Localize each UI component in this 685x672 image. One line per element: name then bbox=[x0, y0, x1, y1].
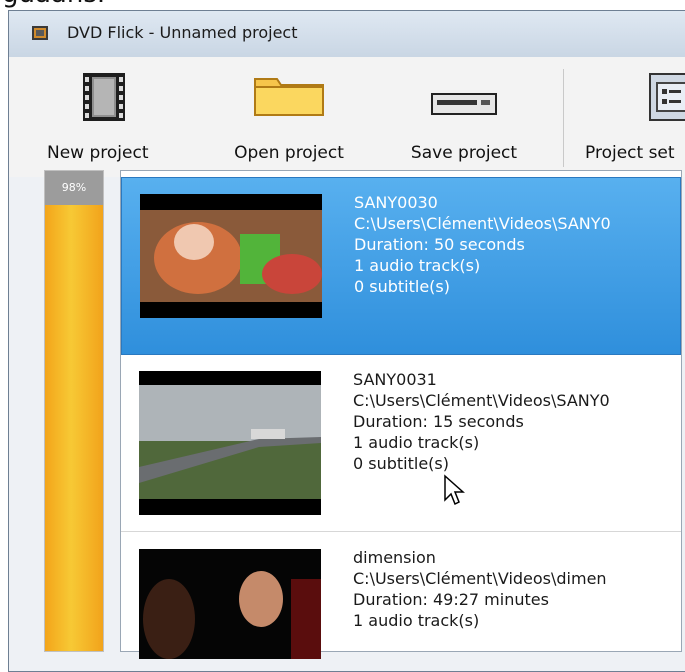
item-subtitles: 0 subtitle(s) bbox=[353, 454, 449, 473]
project-settings-button[interactable]: Project set bbox=[573, 57, 685, 177]
folder-icon bbox=[253, 73, 325, 121]
item-details: SANY0030 C:\Users\Clément\Videos\SANY0 D… bbox=[354, 192, 611, 297]
item-name: SANY0030 bbox=[354, 193, 438, 212]
toolbar: New project Open project Save project Pr… bbox=[9, 57, 685, 177]
item-path: C:\Users\Clément\Videos\SANY0 bbox=[353, 391, 610, 410]
open-project-label: Open project bbox=[234, 143, 344, 163]
video-thumbnail bbox=[140, 194, 322, 318]
disc-size-bar: 98% bbox=[44, 170, 104, 652]
save-project-button[interactable]: Save project bbox=[389, 57, 539, 177]
item-duration: Duration: 15 seconds bbox=[353, 412, 524, 431]
item-details: SANY0031 C:\Users\Clément\Videos\SANY0 D… bbox=[353, 369, 610, 474]
item-audio-tracks: 1 audio track(s) bbox=[354, 256, 481, 275]
project-settings-label: Project set bbox=[585, 143, 675, 163]
new-project-button[interactable]: New project bbox=[9, 57, 199, 177]
drive-icon bbox=[431, 93, 497, 119]
item-path: C:\Users\Clément\Videos\dimen bbox=[353, 569, 607, 588]
list-item[interactable]: dimension C:\Users\Clément\Videos\dimen … bbox=[121, 533, 681, 659]
page-caption: guaans. bbox=[0, 0, 202, 10]
item-subtitles: 0 subtitle(s) bbox=[354, 277, 450, 296]
video-thumbnail bbox=[139, 549, 321, 659]
item-duration: Duration: 49:27 minutes bbox=[353, 590, 549, 609]
title-list[interactable]: SANY0030 C:\Users\Clément\Videos\SANY0 D… bbox=[120, 170, 682, 659]
open-project-button[interactable]: Open project bbox=[209, 57, 369, 177]
item-audio-tracks: 1 audio track(s) bbox=[353, 433, 480, 452]
mouse-pointer-icon bbox=[443, 474, 467, 510]
title-bar: DVD Flick - Unnamed project bbox=[9, 11, 685, 58]
disc-size-percent: 98% bbox=[45, 171, 103, 205]
new-project-label: New project bbox=[47, 143, 149, 163]
window-title: DVD Flick - Unnamed project bbox=[67, 23, 298, 42]
item-audio-tracks: 1 audio track(s) bbox=[353, 611, 480, 630]
dvd-flick-icon[interactable] bbox=[31, 24, 49, 42]
list-item[interactable]: SANY0030 C:\Users\Clément\Videos\SANY0 D… bbox=[121, 177, 681, 355]
film-strip-icon bbox=[83, 73, 125, 125]
item-name: SANY0031 bbox=[353, 370, 437, 389]
settings-panel-icon bbox=[649, 73, 685, 125]
video-thumbnail bbox=[139, 371, 321, 515]
item-duration: Duration: 50 seconds bbox=[354, 235, 525, 254]
disc-size-fill bbox=[45, 180, 103, 651]
toolbar-separator bbox=[563, 69, 564, 167]
list-item[interactable]: SANY0031 C:\Users\Clément\Videos\SANY0 D… bbox=[121, 355, 681, 532]
save-project-label: Save project bbox=[410, 143, 518, 163]
item-name: dimension bbox=[353, 548, 436, 567]
item-path: C:\Users\Clément\Videos\SANY0 bbox=[354, 214, 611, 233]
item-details: dimension C:\Users\Clément\Videos\dimen … bbox=[353, 547, 607, 631]
